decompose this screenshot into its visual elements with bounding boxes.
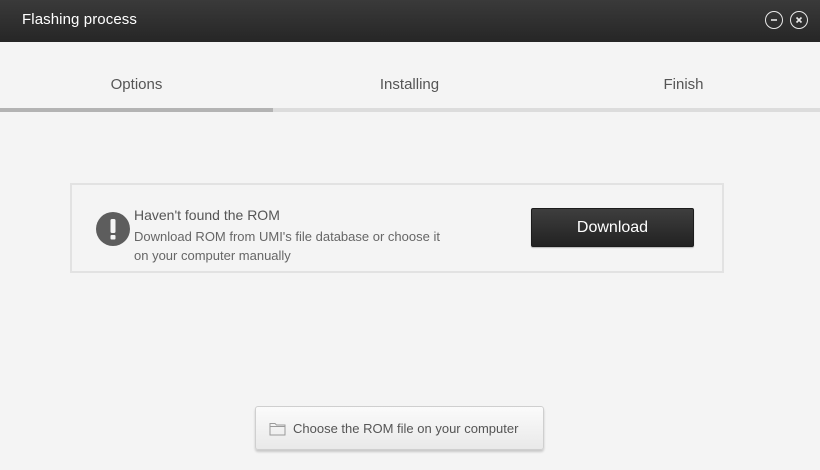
choose-rom-button[interactable]: Choose the ROM file on your computer xyxy=(255,406,544,450)
step-installing: Installing xyxy=(379,76,440,93)
close-icon xyxy=(795,16,803,24)
close-button[interactable] xyxy=(790,11,808,29)
notice-description-line: on your computer manually xyxy=(134,248,291,263)
notice-description: Download ROM from UMI's file database or… xyxy=(134,227,474,265)
title-bar: Flashing process xyxy=(0,0,820,42)
minimize-icon xyxy=(771,19,777,21)
notice-description-line: Download ROM from UMI's file database or… xyxy=(134,229,440,244)
warning-exclamation-icon xyxy=(96,212,130,246)
step-progress-fill xyxy=(0,108,274,112)
step-indicator: Options Installing Finish xyxy=(0,42,820,112)
choose-rom-label: Choose the ROM file on your computer xyxy=(293,421,519,436)
download-button[interactable]: Download xyxy=(531,208,694,247)
step-options: Options xyxy=(110,76,163,93)
minimize-button[interactable] xyxy=(765,11,783,29)
step-finish: Finish xyxy=(663,76,704,93)
notice-heading: Haven't found the ROM xyxy=(134,207,280,223)
window-title: Flashing process xyxy=(22,11,137,28)
step-progress-track xyxy=(0,108,820,112)
rom-not-found-notice: Haven't found the ROM Download ROM from … xyxy=(70,183,724,273)
folder-icon xyxy=(269,423,286,436)
